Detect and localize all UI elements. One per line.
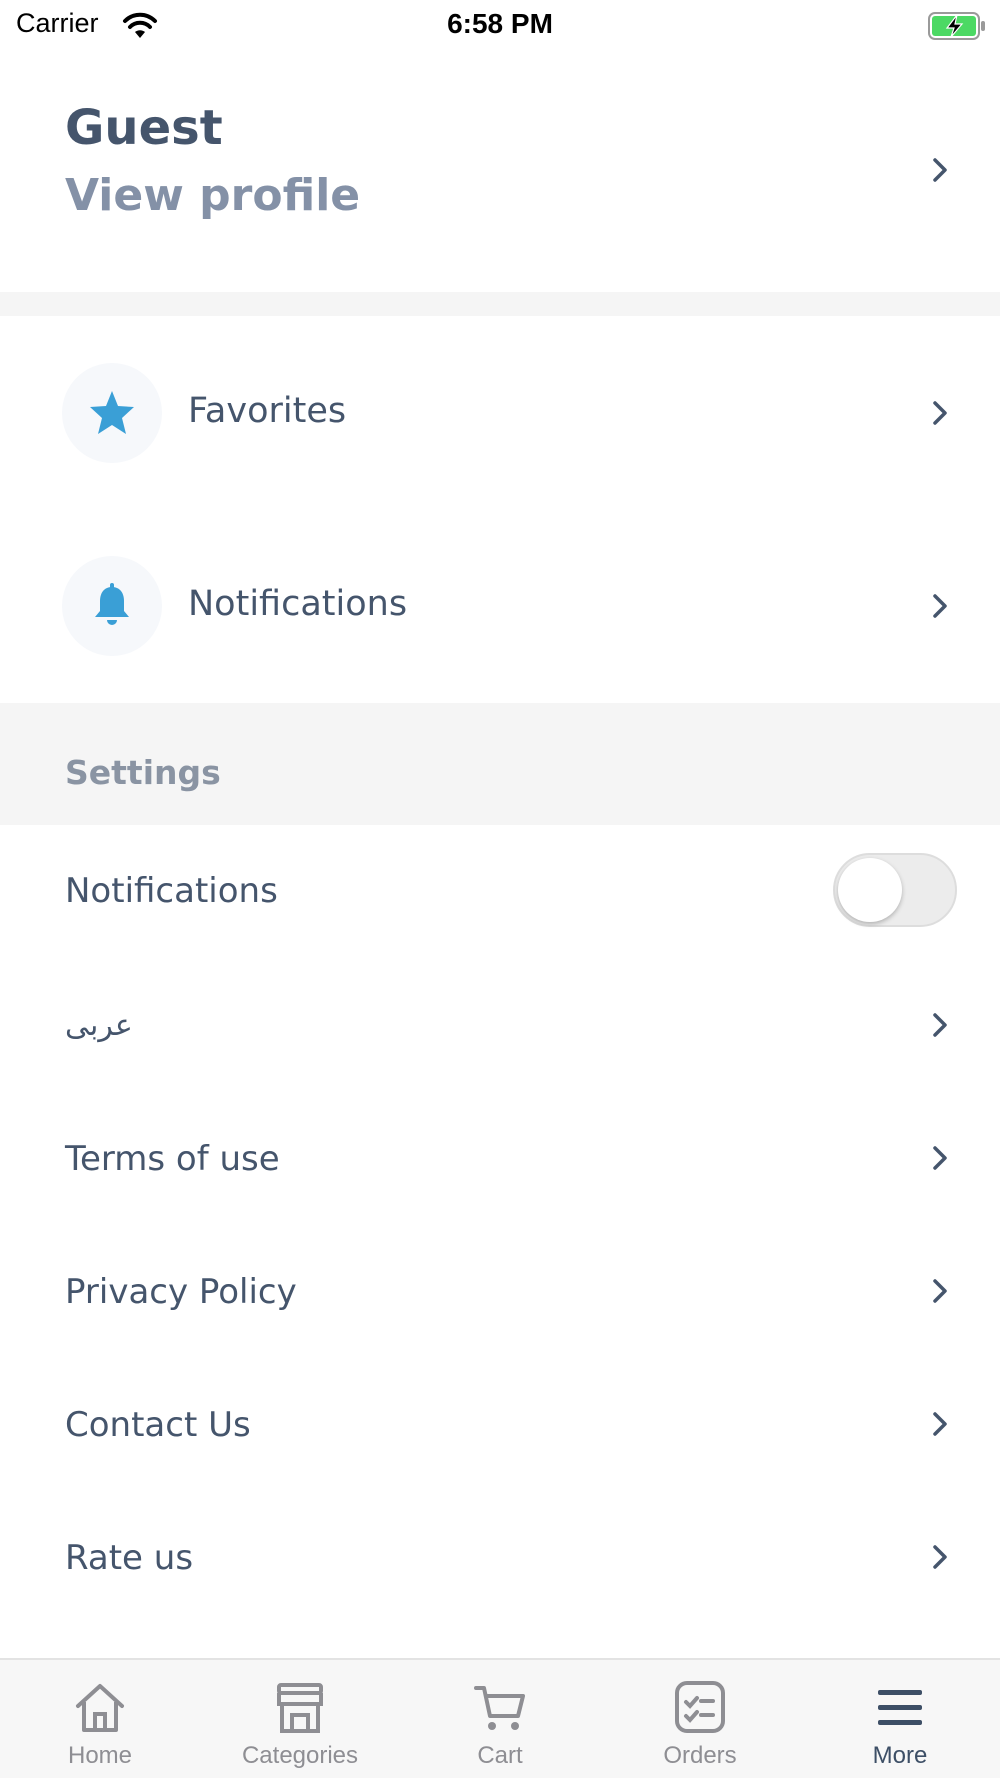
tab-orders-label: Orders (663, 1742, 737, 1769)
terms-label: Terms of use (65, 1139, 280, 1179)
contact-row[interactable]: Contact Us (0, 1357, 1000, 1490)
language-label: عربى (65, 1008, 133, 1043)
notifications-toggle[interactable] (833, 853, 957, 927)
chevron-right-icon (933, 1412, 947, 1436)
chevron-right-icon (933, 1279, 947, 1303)
status-time: 6:58 PM (447, 8, 553, 39)
chevron-right-icon (933, 1013, 947, 1037)
chevron-right-icon (933, 1146, 947, 1170)
privacy-label: Privacy Policy (65, 1272, 297, 1312)
language-row[interactable]: عربى (0, 958, 1000, 1091)
rate-label: Rate us (65, 1538, 194, 1578)
rate-row[interactable]: Rate us (0, 1490, 1000, 1658)
notifications-label: Notifications (188, 584, 408, 624)
chevron-right-icon (933, 401, 947, 425)
settings-title: Settings (65, 753, 221, 792)
bell-icon (95, 583, 129, 625)
section-divider (0, 292, 1000, 316)
star-icon (90, 391, 134, 434)
profile-name: Guest (65, 100, 223, 156)
status-bar: Carrier 6:58 PM (0, 0, 1000, 50)
chevron-right-icon (933, 594, 947, 618)
view-profile-link[interactable]: View profile (65, 170, 360, 221)
cart-icon (474, 1686, 525, 1730)
orders-icon (675, 1681, 725, 1733)
profile-header[interactable]: Guest View profile (0, 50, 1000, 292)
tab-cart[interactable]: Cart (400, 1660, 600, 1778)
chevron-right-icon (933, 1545, 947, 1569)
notifications-setting-row: Notifications (0, 825, 1000, 958)
tab-more-label: More (872, 1742, 928, 1769)
home-icon (76, 1684, 124, 1732)
battery-charging-icon (928, 12, 985, 40)
favorites-icon-badge (62, 363, 162, 463)
chevron-right-icon (933, 158, 947, 182)
settings-section-header: Settings (0, 703, 1000, 825)
tab-home[interactable]: Home (0, 1660, 200, 1778)
privacy-row[interactable]: Privacy Policy (0, 1224, 1000, 1357)
store-icon (277, 1683, 323, 1733)
tab-cart-label: Cart (477, 1742, 523, 1769)
toggle-knob (838, 858, 902, 922)
tab-categories[interactable]: Categories (200, 1660, 400, 1778)
tab-orders[interactable]: Orders (600, 1660, 800, 1778)
notifications-setting-label: Notifications (65, 871, 278, 911)
tab-more[interactable]: More (800, 1660, 1000, 1778)
notifications-icon-badge (62, 556, 162, 656)
tab-categories-label: Categories (241, 1742, 359, 1769)
tab-home-label: Home (67, 1742, 133, 1769)
menu-icon (878, 1690, 922, 1725)
tab-bar: Home Categories Cart Orders More (0, 1658, 1000, 1778)
favorites-row[interactable]: Favorites (0, 316, 1000, 509)
terms-row[interactable]: Terms of use (0, 1091, 1000, 1224)
notifications-row[interactable]: Notifications (0, 509, 1000, 703)
contact-label: Contact Us (65, 1405, 251, 1445)
favorites-label: Favorites (188, 391, 347, 431)
